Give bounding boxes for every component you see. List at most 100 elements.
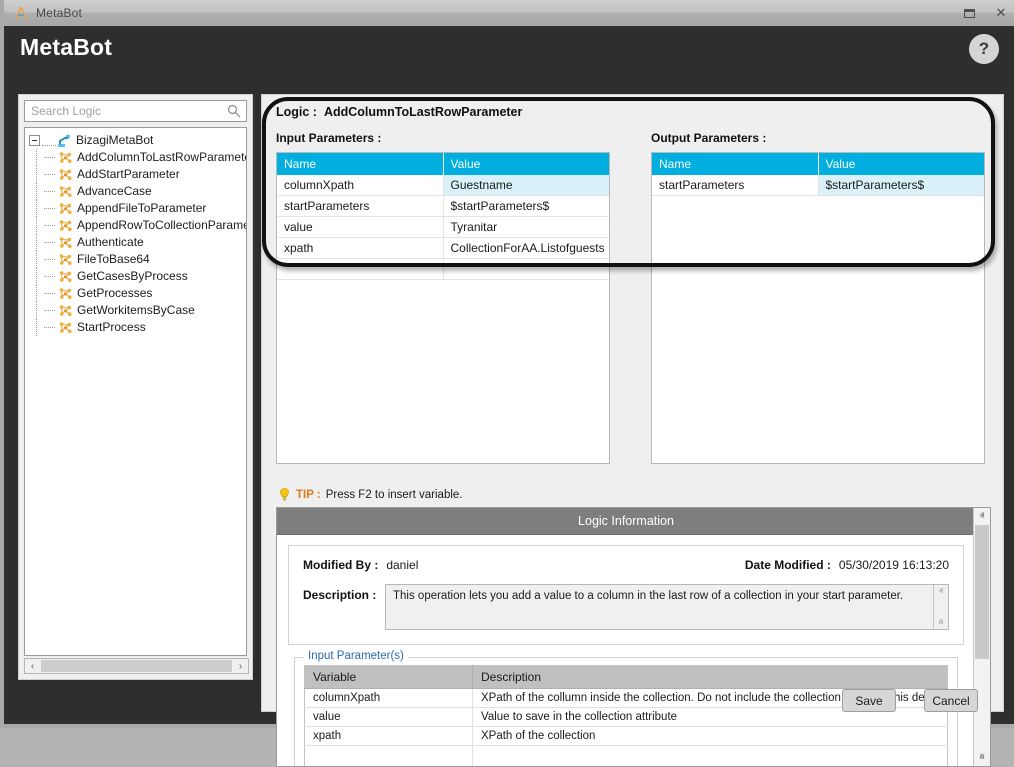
tree-indent: [31, 319, 44, 336]
column-header-value: Value: [818, 153, 984, 175]
table-row[interactable]: value Tyranitar: [277, 216, 609, 238]
tree-item[interactable]: AdvanceCase: [25, 183, 246, 200]
tree-indent: [31, 268, 44, 285]
scroll-down-icon[interactable]: ⱞ: [939, 618, 944, 627]
logic-information-body: Modified By : daniel Date Modified : 05/…: [277, 535, 975, 766]
tree-item-label: AddColumnToLastRowParameter: [77, 150, 247, 164]
table-row[interactable]: xpath CollectionForAA.Listofguests: [277, 237, 609, 259]
tree-indent: [31, 183, 44, 200]
search-box[interactable]: [24, 100, 247, 122]
tree-connector: [44, 217, 58, 234]
parameter-name-cell: columnXpath: [277, 175, 444, 196]
table-row[interactable]: startParameters $startParameters$: [652, 175, 984, 196]
tree-root-bizagimetabot[interactable]: BizagiMetaBot: [25, 132, 246, 149]
scroll-up-icon[interactable]: ⱏ: [939, 587, 943, 596]
footer-bar: Save Cancel: [8, 680, 1014, 724]
modified-row: Modified By : daniel Date Modified : 05/…: [303, 558, 949, 572]
search-icon: [227, 104, 241, 118]
logic-sidebar: BizagiMetaBot AddColumnToLastRowParamete…: [18, 94, 253, 680]
search-input[interactable]: [25, 101, 246, 121]
description-cell: XPath of the collection: [472, 726, 948, 746]
parameter-value-cell[interactable]: $startParameters$: [818, 175, 984, 196]
input-parameters-doc-legend: Input Parameter(s): [304, 650, 408, 662]
save-button[interactable]: Save: [842, 689, 896, 712]
table-header-row: Name Value: [277, 153, 609, 175]
tip-text: Press F2 to insert variable.: [325, 488, 463, 501]
tree-item-label: AdvanceCase: [77, 184, 152, 198]
tree-connector: [44, 268, 58, 285]
help-button[interactable]: ?: [969, 34, 999, 64]
scroll-left-arrow[interactable]: ‹: [25, 659, 40, 673]
logic-detail-panel: Logic : AddColumnToLastRowParameter Input…: [261, 94, 1004, 767]
variable-cell: xpath: [304, 726, 473, 746]
tree-indent: [31, 217, 44, 234]
parameter-value-cell[interactable]: CollectionForAA.Listofguests: [443, 237, 609, 259]
column-header-name: Name: [277, 153, 444, 175]
cancel-button[interactable]: Cancel: [924, 689, 978, 712]
input-parameters-heading: Input Parameters :: [276, 131, 382, 145]
parameter-name-cell: xpath: [277, 237, 444, 259]
collapse-icon[interactable]: [29, 135, 40, 146]
parameter-value-cell[interactable]: Guestname: [443, 175, 609, 196]
tree-indent: [31, 302, 44, 319]
window-title: MetaBot: [36, 6, 83, 20]
parameter-name-cell: startParameters: [277, 195, 444, 217]
tree-item[interactable]: AppendFileToParameter: [25, 200, 246, 217]
page-title: MetaBot: [20, 34, 113, 60]
scroll-right-arrow[interactable]: ›: [233, 659, 248, 673]
parameter-value-cell[interactable]: Tyranitar: [443, 216, 609, 238]
logic-information-title: Logic Information: [277, 508, 975, 535]
close-icon[interactable]: ✕: [992, 4, 1010, 22]
tree-indent: [31, 234, 44, 251]
logic-node-icon: [58, 287, 73, 300]
logic-information-scrollbar[interactable]: ⱏ ⱞ: [973, 508, 990, 766]
tree-item[interactable]: AddStartParameter: [25, 166, 246, 183]
tree-indent: [31, 200, 44, 217]
logic-tree[interactable]: BizagiMetaBot AddColumnToLastRowParamete…: [24, 127, 247, 656]
lightbulb-icon: [278, 487, 291, 502]
maximize-icon[interactable]: [960, 4, 978, 22]
tree-item-label: AppendFileToParameter: [77, 201, 207, 215]
parameter-value-cell[interactable]: $startParameters$: [443, 195, 609, 217]
tree-connector: [44, 200, 58, 217]
date-modified-label: Date Modified :: [744, 558, 831, 572]
tree-item-label: FileToBase64: [77, 252, 150, 266]
column-header-value: Value: [443, 153, 609, 175]
tree-indent: [31, 149, 44, 166]
logic-meta-card: Modified By : daniel Date Modified : 05/…: [288, 545, 964, 645]
sidebar-horizontal-scrollbar[interactable]: ‹ ›: [24, 658, 249, 674]
scroll-thumb[interactable]: [975, 525, 989, 660]
empty-cell: [277, 258, 444, 280]
logic-node-icon: [58, 253, 73, 266]
tree-item-label: AppendRowToCollectionParameter: [77, 218, 247, 232]
tree-item-label: AddStartParameter: [77, 167, 180, 181]
tree-item-label: GetWorkitemsByCase: [77, 303, 195, 317]
tree-item[interactable]: StartProcess: [25, 319, 246, 336]
tree-item-label: Authenticate: [77, 235, 144, 249]
input-parameters-table-wrapper[interactable]: Name Value columnXpath Guestname startPara…: [276, 152, 610, 464]
logic-node-icon: [58, 185, 73, 198]
input-parameters-table: Name Value columnXpath Guestname startPara…: [277, 153, 609, 280]
logic-information-scrollport: Logic Information Modified By : daniel D…: [277, 508, 975, 766]
tree-item[interactable]: Authenticate: [25, 234, 246, 251]
table-row[interactable]: startParameters $startParameters$: [277, 195, 609, 217]
scroll-up-arrow[interactable]: ⱏ: [974, 508, 990, 525]
output-parameters-table-wrapper[interactable]: Name Value startParameters $startParamete…: [651, 152, 985, 464]
table-row[interactable]: columnXpath Guestname: [277, 175, 609, 196]
tree-item[interactable]: AppendRowToCollectionParameter: [25, 217, 246, 234]
scroll-thumb[interactable]: [41, 660, 232, 672]
tree-connector: [44, 149, 58, 166]
tree-item[interactable]: FileToBase64: [25, 251, 246, 268]
tree-item[interactable]: GetCasesByProcess: [25, 268, 246, 285]
tip-label: TIP :: [296, 488, 321, 501]
description-field[interactable]: This operation lets you add a value to a…: [385, 584, 949, 630]
scroll-down-arrow[interactable]: ⱞ: [974, 749, 990, 766]
tree-item[interactable]: GetWorkitemsByCase: [25, 302, 246, 319]
description-scrollbar[interactable]: ⱏ ⱞ: [933, 585, 948, 629]
tree-item-label: StartProcess: [77, 320, 146, 334]
tree-item[interactable]: GetProcesses: [25, 285, 246, 302]
tree-connector: [44, 285, 58, 302]
table-header-row: Name Value: [652, 153, 984, 175]
logic-node-icon: [58, 151, 73, 164]
tree-item[interactable]: AddColumnToLastRowParameter: [25, 149, 246, 166]
